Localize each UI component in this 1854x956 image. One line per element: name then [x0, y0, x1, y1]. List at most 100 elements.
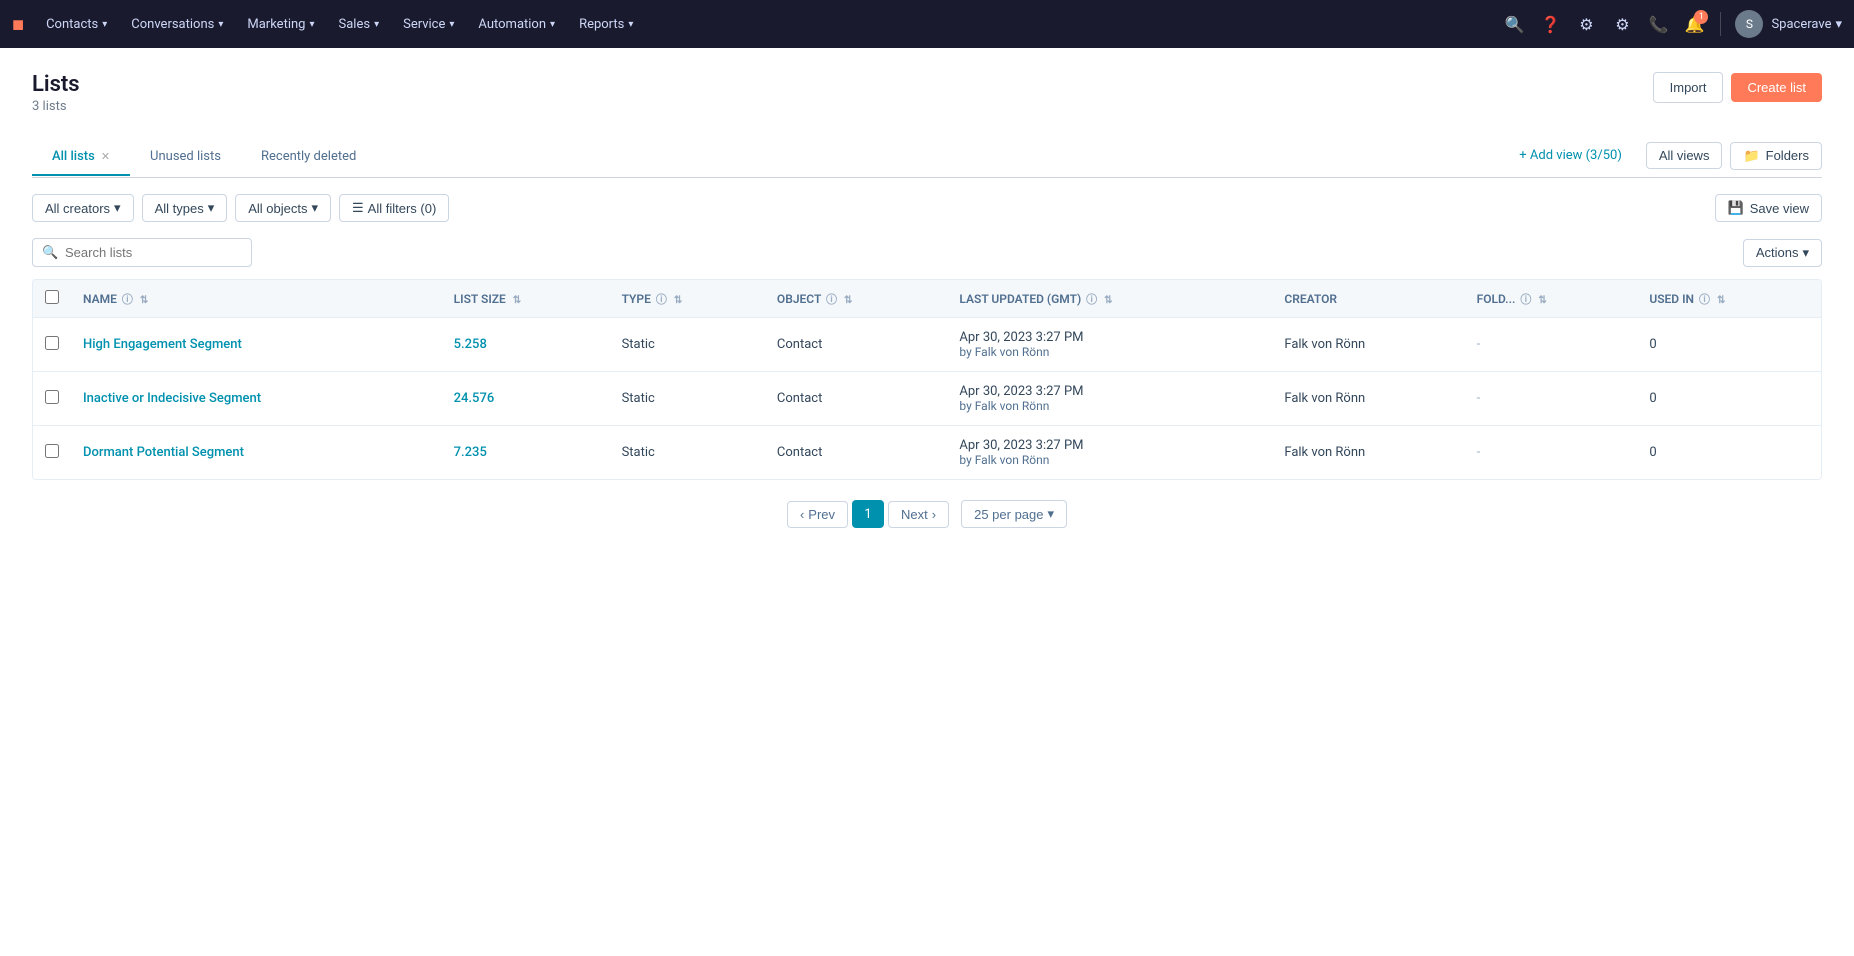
chevron-down-icon: ▾	[449, 19, 454, 30]
per-page-selector[interactable]: 25 per page ▾	[961, 500, 1067, 528]
notification-badge: 1	[1694, 10, 1708, 24]
actions-button[interactable]: Actions ▾	[1743, 239, 1822, 267]
search-icon-button[interactable]: 🔍	[1498, 8, 1530, 40]
row-object: Contact	[765, 426, 947, 480]
user-avatar[interactable]: S	[1735, 10, 1763, 38]
nav-contacts[interactable]: Contacts ▾	[36, 11, 117, 38]
row-checkbox[interactable]	[45, 390, 59, 404]
row-size: 24.576	[442, 372, 610, 426]
table-body: High Engagement Segment 5.258 Static Con…	[33, 318, 1821, 480]
nav-sales[interactable]: Sales ▾	[329, 11, 390, 38]
table-row: Dormant Potential Segment 7.235 Static C…	[33, 426, 1821, 480]
settings-icon-button[interactable]: ⚙	[1606, 8, 1638, 40]
chevron-down-icon: ▾	[374, 19, 379, 30]
all-views-button[interactable]: All views	[1646, 142, 1723, 169]
col-type[interactable]: TYPE ⓘ ⇅	[610, 280, 765, 318]
search-input[interactable]	[32, 238, 252, 267]
nav-marketing[interactable]: Marketing ▾	[237, 11, 324, 38]
table-header-row: NAME ⓘ ⇅ LIST SIZE ⇅ TYPE ⓘ ⇅ OBJECT	[33, 280, 1821, 318]
col-name[interactable]: NAME ⓘ ⇅	[71, 280, 442, 318]
save-view-button[interactable]: 💾 Save view	[1715, 194, 1822, 222]
nav-conversations[interactable]: Conversations ▾	[121, 11, 233, 38]
chevron-down-icon: ▾	[102, 19, 107, 30]
chevron-down-icon: ▾	[208, 200, 215, 216]
all-objects-filter[interactable]: All objects ▾	[235, 194, 331, 222]
all-filters-button[interactable]: ☰ All filters (0)	[339, 194, 449, 222]
row-type: Static	[610, 426, 765, 480]
folder-icon: 📁	[1743, 148, 1759, 164]
tab-recently-deleted[interactable]: Recently deleted	[241, 139, 376, 176]
row-used-in: 0	[1637, 372, 1821, 426]
nav-automation[interactable]: Automation ▾	[468, 11, 565, 38]
row-checkbox[interactable]	[45, 444, 59, 458]
list-size: 24.576	[454, 391, 495, 406]
sort-icon: ⇅	[1538, 295, 1546, 306]
row-creator: Falk von Rönn	[1272, 426, 1464, 480]
filter-icon: ☰	[352, 200, 364, 216]
col-object[interactable]: OBJECT ⓘ ⇅	[765, 280, 947, 318]
tabs-container: All lists ✕ Unused lists Recently delete…	[32, 138, 1822, 178]
create-list-button[interactable]: Create list	[1731, 73, 1822, 102]
notifications-icon-button[interactable]: 🔔 1	[1678, 8, 1710, 40]
nav-reports[interactable]: Reports ▾	[569, 11, 643, 38]
row-folder: -	[1465, 426, 1638, 480]
list-name-link[interactable]: Inactive or Indecisive Segment	[83, 391, 261, 406]
row-folder: -	[1465, 372, 1638, 426]
apps-icon-button[interactable]: ⚙	[1570, 8, 1602, 40]
chevron-down-icon: ▾	[1835, 17, 1842, 32]
prev-page-button[interactable]: ‹ Prev	[787, 501, 848, 528]
select-all-checkbox[interactable]	[45, 290, 59, 304]
list-size: 7.235	[454, 445, 487, 460]
nav-service[interactable]: Service ▾	[393, 11, 464, 38]
hubspot-logo[interactable]: ■	[12, 12, 24, 37]
row-checkbox[interactable]	[45, 336, 59, 350]
chevron-right-icon: ›	[932, 507, 936, 522]
help-icon-button[interactable]: ❓	[1534, 8, 1566, 40]
tab-all-lists[interactable]: All lists ✕	[32, 139, 130, 176]
import-button[interactable]: Import	[1653, 72, 1724, 103]
col-list-size[interactable]: LIST SIZE ⇅	[442, 280, 610, 318]
select-all-header	[33, 280, 71, 318]
page-header: Lists 3 lists Import Create list	[32, 72, 1822, 114]
all-types-filter[interactable]: All types ▾	[142, 194, 228, 222]
add-view-button[interactable]: + Add view (3/50)	[1503, 138, 1638, 173]
col-used-in[interactable]: USED IN ⓘ ⇅	[1637, 280, 1821, 318]
lists-table: NAME ⓘ ⇅ LIST SIZE ⇅ TYPE ⓘ ⇅ OBJECT	[33, 280, 1821, 479]
chevron-down-icon: ▾	[114, 200, 121, 216]
page-title-section: Lists 3 lists	[32, 72, 80, 114]
row-checkbox-cell	[33, 426, 71, 480]
chevron-down-icon: ▾	[309, 19, 314, 30]
current-page[interactable]: 1	[852, 500, 884, 528]
updated-date: Apr 30, 2023 3:27 PM	[959, 438, 1260, 453]
col-last-updated[interactable]: LAST UPDATED (GMT) ⓘ ⇅	[947, 280, 1272, 318]
list-name-link[interactable]: High Engagement Segment	[83, 337, 242, 352]
list-name-link[interactable]: Dormant Potential Segment	[83, 445, 244, 460]
row-name: Inactive or Indecisive Segment	[71, 372, 442, 426]
col-folder[interactable]: FOLD... ⓘ ⇅	[1465, 280, 1638, 318]
sort-icon: ⇅	[1717, 295, 1725, 306]
sort-icon: ⇅	[844, 295, 852, 306]
sort-icon: ⇅	[140, 295, 148, 306]
next-page-button[interactable]: Next ›	[888, 501, 949, 528]
info-icon: ⓘ	[826, 293, 837, 306]
row-last-updated: Apr 30, 2023 3:27 PM by Falk von Rönn	[947, 426, 1272, 480]
folders-button[interactable]: 📁 Folders	[1730, 142, 1822, 170]
tab-close-icon[interactable]: ✕	[101, 150, 110, 163]
tab-unused-lists[interactable]: Unused lists	[130, 139, 241, 176]
updated-by: by Falk von Rönn	[959, 345, 1260, 359]
search-input-wrap: 🔍	[32, 238, 252, 267]
row-last-updated: Apr 30, 2023 3:27 PM by Falk von Rönn	[947, 372, 1272, 426]
top-navigation: ■ Contacts ▾ Conversations ▾ Marketing ▾…	[0, 0, 1854, 48]
calls-icon-button[interactable]: 📞	[1642, 8, 1674, 40]
chevron-down-icon: ▾	[311, 200, 318, 216]
search-actions-bar: 🔍 Actions ▾	[32, 238, 1822, 267]
header-actions: Import Create list	[1653, 72, 1822, 103]
all-creators-filter[interactable]: All creators ▾	[32, 194, 134, 222]
row-name: Dormant Potential Segment	[71, 426, 442, 480]
row-type: Static	[610, 318, 765, 372]
row-creator: Falk von Rönn	[1272, 318, 1464, 372]
col-creator: CREATOR	[1272, 280, 1464, 318]
row-name: High Engagement Segment	[71, 318, 442, 372]
save-icon: 💾	[1728, 200, 1744, 216]
account-name[interactable]: Spacerave ▾	[1771, 17, 1842, 32]
